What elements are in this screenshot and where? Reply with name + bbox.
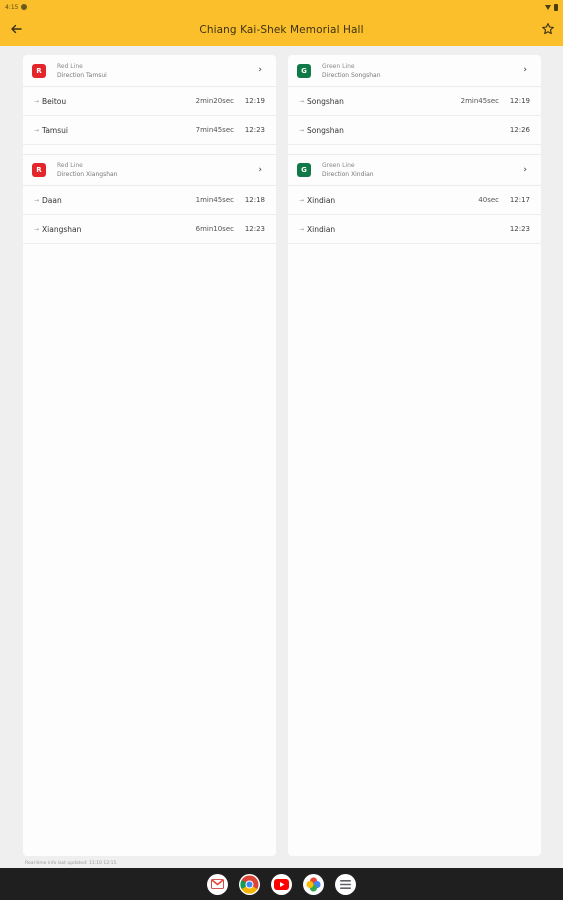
status-time: 4:15	[5, 3, 19, 11]
list-item: → Songshan 12:26	[288, 116, 541, 145]
line-name: Red Line	[57, 62, 83, 70]
red-line-badge-icon: R	[32, 63, 46, 78]
arrow-right-icon: →	[299, 126, 305, 134]
line-header-green-xindian[interactable]: G Green Line Direction Xindian ›	[288, 154, 541, 186]
destination: Xindian	[307, 195, 336, 205]
app-drawer-icon[interactable]	[335, 873, 356, 895]
green-line-badge-icon: G	[297, 163, 311, 177]
eta: 7min45sec	[195, 126, 234, 134]
arrow-right-icon: →	[299, 196, 305, 204]
line-header-green-songshan[interactable]: G Green Line Direction Songshan ›	[288, 55, 541, 87]
line-direction: Direction Xiangshan	[57, 171, 118, 178]
destination: Beitou	[42, 96, 67, 106]
arrow-right-icon: →	[34, 97, 40, 105]
eta: 1min45sec	[195, 196, 234, 204]
eta: 2min45sec	[460, 97, 499, 105]
list-item: → Xindian 40sec 12:17	[288, 186, 541, 215]
destination: Songshan	[307, 96, 344, 106]
destination: Xindian	[307, 224, 336, 234]
arrival-time: 12:23	[244, 126, 265, 134]
line-header-red-tamsui[interactable]: R Red Line Direction Tamsui ›	[23, 55, 276, 87]
arrow-right-icon: →	[34, 225, 40, 233]
line-name: Green Line	[322, 62, 355, 70]
line-name: Green Line	[322, 162, 355, 169]
arrival-time: 12:18	[244, 196, 265, 204]
line-info: Red Line Direction Tamsui	[57, 62, 107, 80]
arrival-time: 12:23	[509, 225, 530, 233]
left-panel: R Red Line Direction Tamsui › → Beitou 2…	[23, 55, 276, 856]
chevron-right-icon: ›	[258, 65, 262, 75]
gmail-icon[interactable]	[207, 873, 228, 895]
line-info: Green Line Direction Xindian	[322, 161, 374, 179]
right-panel: G Green Line Direction Songshan › → Song…	[288, 55, 541, 856]
wifi-icon	[545, 4, 551, 10]
list-item: → Songshan 2min45sec 12:19	[288, 87, 541, 116]
arrival-time: 12:26	[509, 126, 530, 134]
favorite-star-icon[interactable]	[541, 22, 555, 36]
destination: Xiangshan	[42, 224, 82, 234]
back-arrow-icon[interactable]	[9, 22, 23, 36]
eta: 2min20sec	[195, 97, 234, 105]
destination: Daan	[42, 195, 62, 205]
app-bar: Chiang Kai-Shek Memorial Hall	[0, 14, 563, 46]
arrival-time: 12:17	[509, 196, 530, 204]
arrow-right-icon: →	[299, 97, 305, 105]
arrow-right-icon: →	[299, 225, 305, 233]
status-icons	[545, 3, 558, 11]
line-info: Red Line Direction Xiangshan	[57, 161, 118, 179]
line-direction: Direction Xindian	[322, 171, 374, 178]
list-item: → Xiangshan 6min10sec 12:23	[23, 215, 276, 244]
youtube-icon[interactable]	[271, 873, 292, 895]
photos-icon[interactable]	[303, 873, 324, 895]
line-name: Red Line	[57, 162, 83, 169]
list-item: → Beitou 2min20sec 12:19	[23, 87, 276, 116]
page-title: Chiang Kai-Shek Memorial Hall	[199, 24, 364, 36]
arrow-right-icon: →	[34, 126, 40, 134]
status-bar: 4:15	[0, 0, 563, 14]
eta: 6min10sec	[195, 225, 234, 233]
destination: Tamsui	[42, 125, 68, 135]
chevron-right-icon: ›	[258, 165, 262, 175]
line-direction: Direction Songshan	[322, 71, 381, 79]
green-line-badge-icon: G	[297, 63, 311, 78]
notification-icon	[21, 4, 28, 10]
line-header-red-xiangshan[interactable]: R Red Line Direction Xiangshan ›	[23, 154, 276, 186]
line-info: Green Line Direction Songshan	[322, 62, 381, 80]
eta: 40sec	[478, 196, 499, 204]
destination: Songshan	[307, 125, 344, 135]
list-item: → Daan 1min45sec 12:18	[23, 186, 276, 215]
arrival-time: 12:19	[509, 97, 530, 105]
arrow-right-icon: →	[34, 196, 40, 204]
chevron-right-icon: ›	[523, 65, 527, 75]
last-updated-note: Real-time info last updated: 11:10 12:15	[25, 861, 117, 866]
list-item: → Tamsui 7min45sec 12:23	[23, 116, 276, 145]
dock-bar	[0, 868, 563, 900]
arrival-time: 12:23	[244, 225, 265, 233]
chevron-right-icon: ›	[523, 165, 527, 175]
arrival-time: 12:19	[244, 97, 265, 105]
list-item: → Xindian 12:23	[288, 215, 541, 244]
line-direction: Direction Tamsui	[57, 71, 107, 79]
chrome-icon[interactable]	[239, 873, 260, 895]
red-line-badge-icon: R	[32, 163, 46, 177]
battery-icon	[554, 3, 558, 11]
